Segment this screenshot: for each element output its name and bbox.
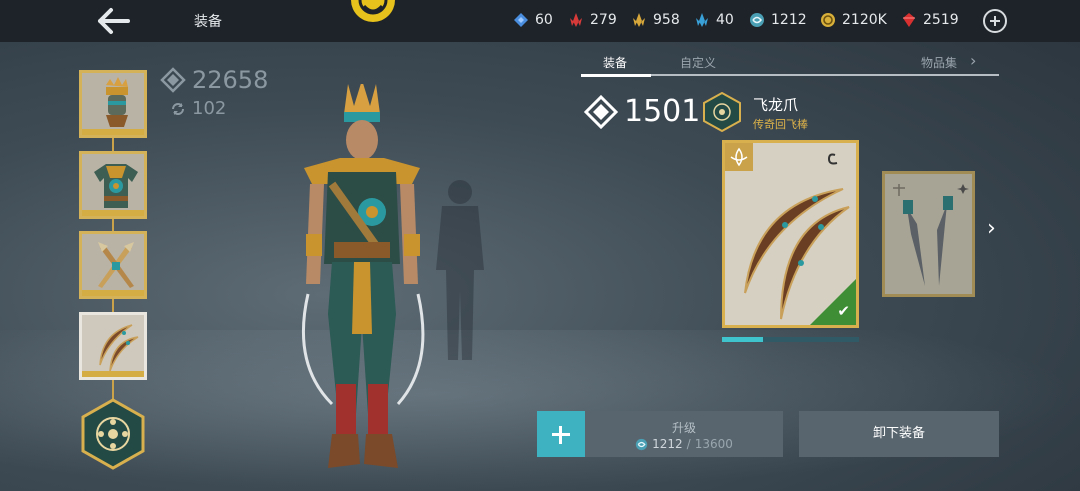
game-logo-icon (351, 0, 395, 22)
hero-character (302, 84, 425, 468)
blue-diamond-icon (514, 13, 528, 27)
character-sub-stat: 102 (170, 98, 226, 119)
blue-crystal-icon (696, 13, 708, 27)
upgrade-plus-button[interactable] (537, 411, 585, 457)
coin-icon (821, 13, 835, 27)
currency-value: 60 (535, 12, 553, 28)
upgrade-total: 13600 (694, 437, 733, 451)
weapon-name: 飞龙爪 (753, 96, 799, 114)
upgrade-label: 升级 (671, 421, 696, 435)
currency-value: 279 (590, 12, 617, 28)
top-bar: 装备 60 279 958 40 1212 2120K 2519 (0, 0, 1080, 42)
chevron-right-icon[interactable]: › (970, 51, 976, 70)
weapon-upgrade-progress-fill (722, 337, 764, 342)
weapon-power: 1501 (584, 94, 700, 129)
refresh-icon (172, 102, 184, 115)
character-sub-stat-value: 102 (192, 98, 227, 119)
unequip-button[interactable]: 卸下装备 (799, 411, 999, 457)
add-currency-button[interactable] (983, 9, 1007, 33)
gold-crystal-icon (633, 13, 645, 27)
currency-value: 2519 (923, 12, 959, 28)
tab-item-sets[interactable]: 物品集 (921, 54, 957, 71)
ruby-icon (903, 13, 915, 27)
equipment-tabs: 装备 自定义 物品集 (581, 50, 999, 77)
slot-armor[interactable] (79, 151, 147, 219)
helmet-icon (106, 77, 128, 127)
crossed-blades-icon (98, 242, 134, 288)
twin-kunai-image (885, 174, 972, 294)
currency-ruby: 2519 (901, 12, 959, 28)
currency-red-crystal: 279 (568, 12, 617, 28)
character-power: 22658 (160, 66, 268, 94)
character-power-value: 22658 (192, 66, 269, 94)
weapon-card-selected[interactable]: ✔ (722, 140, 859, 328)
currency-blue-diamond: 60 (513, 12, 553, 28)
weapon-perk-emblem-icon (703, 92, 741, 132)
power-diamond-icon (584, 94, 618, 129)
upgrade-button[interactable]: 升级 1212 / 13600 (585, 411, 783, 457)
active-tab-indicator (581, 74, 651, 77)
tab-equipment[interactable]: 装备 (603, 54, 627, 71)
upgrade-separator: / (686, 437, 691, 451)
currency-value: 1212 (771, 12, 807, 28)
currency-coin: 2120K (820, 12, 887, 28)
upgrade-cost: 1212 / 13600 (585, 437, 783, 451)
weapon-power-value: 1501 (624, 94, 701, 129)
currency-spirit-orb: 1212 (749, 12, 807, 28)
next-weapon-arrow-icon[interactable]: › (987, 216, 996, 241)
page-title: 装备 (194, 14, 222, 30)
currency-value: 40 (716, 12, 734, 28)
currency-blue-crystal: 40 (694, 12, 734, 28)
slot-helmet[interactable] (79, 70, 147, 138)
power-diamond-icon (160, 67, 186, 93)
slot-ranged-weapon[interactable] (79, 231, 147, 299)
slot-legendary-boomerang[interactable] (79, 312, 147, 380)
back-arrow-icon[interactable] (94, 6, 134, 36)
claw-boomerang-icon (99, 324, 139, 372)
spirit-orb-icon (750, 13, 764, 27)
currency-value: 958 (653, 12, 680, 28)
currency-value: 2120K (842, 12, 887, 28)
weapon-card-alternate[interactable] (882, 171, 975, 297)
armor-icon (94, 164, 138, 208)
currency-gold-crystal: 958 (631, 12, 680, 28)
red-crystal-icon (570, 13, 582, 27)
check-icon: ✔ (837, 302, 850, 320)
weapon-type: 传奇回飞棒 (753, 118, 808, 131)
tab-customize[interactable]: 自定义 (680, 54, 716, 71)
upgrade-current: 1212 (652, 437, 683, 451)
spirit-orb-icon (635, 438, 648, 450)
perk-emblem-icon[interactable] (80, 398, 146, 470)
weapon-upgrade-progress (722, 337, 859, 342)
